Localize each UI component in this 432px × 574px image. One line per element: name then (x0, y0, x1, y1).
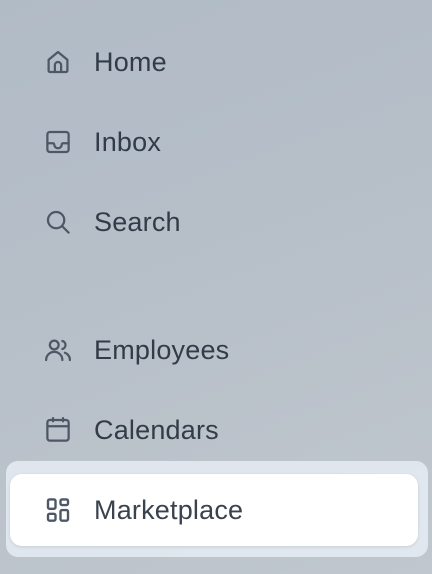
search-icon (40, 204, 76, 240)
active-item-card[interactable]: Marketplace (10, 474, 418, 546)
sidebar-item-label: Inbox (94, 126, 162, 157)
home-icon (40, 44, 76, 80)
sidebar-item-label: Calendars (94, 414, 219, 445)
sidebar-item-employees[interactable]: Employees (10, 314, 418, 386)
sidebar-item-marketplace[interactable]: Marketplace (6, 461, 428, 557)
grid-icon (40, 492, 76, 528)
sidebar-item-search[interactable]: Search (10, 186, 418, 258)
inbox-icon (40, 124, 76, 160)
sidebar-item-label: Marketplace (94, 494, 244, 525)
calendar-icon (40, 412, 76, 448)
users-icon (40, 332, 76, 368)
sidebar-item-label: Employees (94, 334, 230, 365)
sidebar-item-inbox[interactable]: Inbox (10, 106, 418, 178)
sidebar-item-label: Home (94, 46, 167, 77)
sidebar-item-calendars[interactable]: Calendars (10, 394, 418, 466)
sidebar-item-home[interactable]: Home (10, 26, 418, 98)
sidebar-nav: Home Inbox Search Employees Calendars Ma… (0, 0, 432, 574)
sidebar-item-label: Search (94, 206, 181, 237)
